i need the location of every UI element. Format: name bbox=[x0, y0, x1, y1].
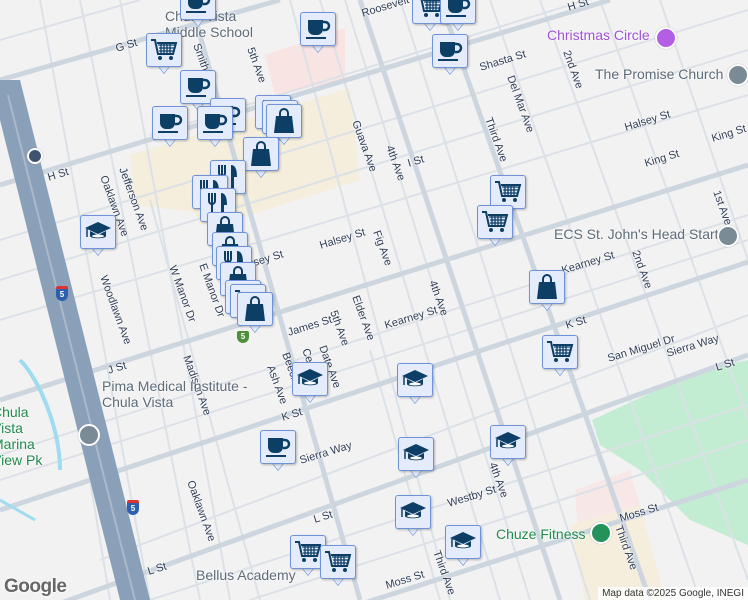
cup-marker[interactable] bbox=[197, 106, 233, 150]
cart-icon bbox=[146, 33, 182, 67]
cart-marker[interactable] bbox=[146, 33, 182, 77]
place-label[interactable]: Christmas Circle bbox=[547, 27, 650, 43]
map-canvas[interactable]: G St Smith 5th Ave Roosevelt St H St Shasta S… bbox=[0, 0, 748, 600]
map-attribution[interactable]: Map data ©2025 Google, INEGI bbox=[598, 587, 748, 600]
school-marker[interactable] bbox=[395, 495, 431, 539]
cup-marker[interactable] bbox=[300, 12, 336, 56]
place-label[interactable]: Chuze Fitness bbox=[496, 526, 585, 542]
school-icon bbox=[490, 425, 526, 459]
bag-marker[interactable] bbox=[529, 270, 565, 314]
cart-marker[interactable] bbox=[542, 335, 578, 379]
place-pin-icon[interactable] bbox=[590, 522, 612, 544]
cup-icon bbox=[260, 430, 296, 464]
bag-icon bbox=[243, 137, 279, 171]
cup-icon bbox=[300, 12, 336, 46]
school-icon bbox=[395, 495, 431, 529]
interstate-5-shield: 5 bbox=[56, 286, 68, 301]
school-icon bbox=[80, 215, 116, 249]
bag-icon bbox=[529, 270, 565, 304]
school-marker[interactable] bbox=[398, 437, 434, 481]
school-marker[interactable] bbox=[292, 362, 328, 406]
cart-icon bbox=[320, 545, 356, 579]
school-icon bbox=[445, 525, 481, 559]
cup-marker[interactable] bbox=[152, 106, 188, 150]
cup-icon bbox=[180, 0, 216, 20]
place-pin-icon[interactable] bbox=[655, 27, 677, 49]
cup-marker[interactable] bbox=[260, 430, 296, 474]
google-logo: Google bbox=[4, 576, 67, 597]
place-label[interactable]: The Promise Church bbox=[595, 66, 723, 82]
bag-icon bbox=[237, 292, 273, 326]
place-label[interactable]: ECS St. John's Head Start bbox=[554, 226, 719, 242]
school-marker[interactable] bbox=[80, 215, 116, 259]
bag-icon bbox=[266, 104, 302, 138]
place-label[interactable]: Pima Medical Institute - Chula Vista bbox=[102, 378, 262, 410]
place-label[interactable]: Chula Vista Marina View Pk bbox=[0, 404, 62, 468]
cart-icon bbox=[542, 335, 578, 369]
school-icon bbox=[397, 363, 433, 397]
cart-marker[interactable] bbox=[320, 545, 356, 589]
cup-icon bbox=[432, 34, 468, 68]
school-marker[interactable] bbox=[445, 525, 481, 569]
cart-marker[interactable] bbox=[477, 205, 513, 249]
cup-icon bbox=[440, 0, 476, 24]
place-label[interactable]: Bellus Academy bbox=[196, 567, 296, 583]
cup-marker[interactable] bbox=[440, 0, 476, 34]
place-pin-icon[interactable] bbox=[78, 424, 100, 446]
cup-marker[interactable] bbox=[180, 0, 216, 30]
transit-station-icon[interactable] bbox=[27, 148, 43, 164]
bag-marker[interactable] bbox=[243, 137, 279, 181]
cup-icon bbox=[197, 106, 233, 140]
place-pin-icon[interactable] bbox=[727, 64, 748, 86]
place-pin-icon[interactable] bbox=[717, 225, 739, 247]
school-icon bbox=[292, 362, 328, 396]
school-marker[interactable] bbox=[397, 363, 433, 407]
school-icon bbox=[398, 437, 434, 471]
cup-icon bbox=[152, 106, 188, 140]
cart-icon bbox=[490, 175, 526, 209]
cart-icon bbox=[477, 205, 513, 239]
cup-marker[interactable] bbox=[432, 34, 468, 78]
bag-marker[interactable] bbox=[237, 292, 273, 336]
school-marker[interactable] bbox=[490, 425, 526, 469]
interstate-5-shield-south: 5 bbox=[127, 500, 139, 515]
